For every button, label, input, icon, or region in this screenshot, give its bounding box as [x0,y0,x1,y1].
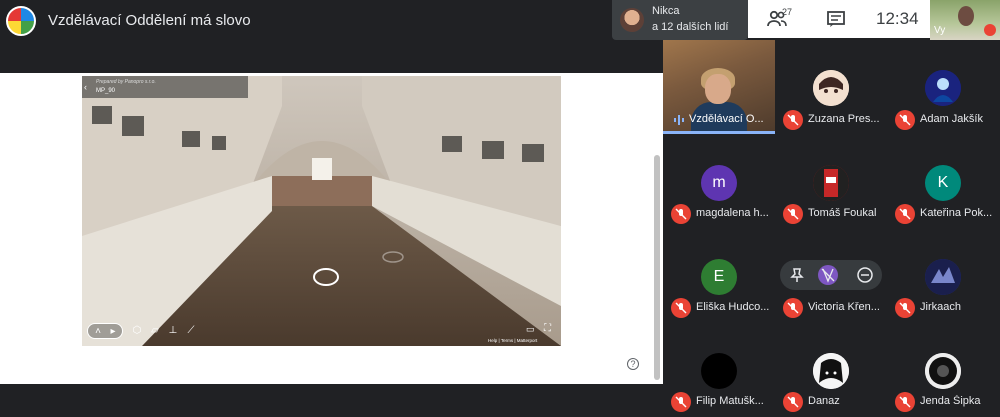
vr-icon[interactable]: ▭ [526,324,535,335]
participant-tile[interactable]: Jirkaach [887,228,999,322]
participant-name: Zuzana Pres... [808,113,880,125]
mic-off-icon [783,298,803,318]
participant-name: Jenda Šipka [920,395,981,407]
ruler-icon[interactable]: ⟋ [185,325,197,337]
clock: 12:34 [876,9,919,28]
participant-tile[interactable]: Zuzana Pres... [775,40,887,134]
top-bar: Vzdělávací Oddělení má slovo Nikca a 12 … [0,0,1000,44]
tour-title-panel: ‹ Prepared by Panopro s.r.o. MP_90 [82,76,248,98]
participant-avatar [925,70,961,106]
participant-avatar [813,70,849,106]
participants-chip[interactable]: Nikca a 12 dalších lidí [612,0,748,40]
bottom-strip [0,384,663,417]
participant-avatar: m [701,165,737,201]
pin-icon[interactable] [787,265,807,285]
participant-tile[interactable]: K Kateřina Pok... [887,134,999,228]
participant-name: Jirkaach [920,301,961,313]
mic-off-icon [783,110,803,130]
participant-avatar [925,353,961,389]
participants-chip-count: a 12 dalších lidí [652,21,729,33]
participant-name: Danaz [808,395,840,407]
participant-tile[interactable]: Tomáš Foukal [775,134,887,228]
meeting-title: Vzdělávací Oddělení má slovo [48,12,251,29]
mic-off-icon [783,392,803,412]
tour-panorama-image [82,76,561,346]
participant-name: Kateřina Pok... [920,207,993,219]
participant-avatar [925,259,961,295]
floorplan-icon[interactable]: ▱ [149,325,161,337]
participant-avatar [813,353,849,389]
participants-chip-name: Nikca [652,5,680,17]
mic-off-icon [895,298,915,318]
virtual-tour-viewer[interactable]: ‹ Prepared by Panopro s.r.o. MP_90 ˄ ▸ ⬡… [82,76,561,346]
participant-grid: Vzdělávací O... Zuzana Pres... Adam Jakš… [663,40,1000,417]
mic-off-icon [895,392,915,412]
participant-tile[interactable]: E Eliška Hudco... [663,228,775,322]
tour-toolbar: ˄ ▸ ⬡ ▱ ⊥ ⟋ [87,323,197,339]
participant-name: magdalena h... [696,207,769,219]
back-arrow-icon[interactable]: ‹ [84,82,87,92]
speaker-face [705,74,731,104]
participant-tile-active[interactable]: Vzdělávací O... [663,40,775,134]
tour-credit: Prepared by Panopro s.r.o. [96,79,156,85]
tile-hover-controls [780,260,882,290]
presentation-scrollbar[interactable] [654,155,660,380]
participant-name: Filip Matušk... [696,395,764,407]
self-video [958,6,974,26]
participant-tile[interactable]: Danaz [775,322,887,416]
self-label: Vy [934,25,946,36]
participant-avatar: K [925,165,961,201]
meeting-logo [6,6,36,36]
participant-tile[interactable]: Filip Matušk... [663,322,775,416]
measure-icon[interactable]: ⊥ [167,325,179,337]
people-count-badge: 27 [782,7,793,17]
participant-name: Adam Jakšík [920,113,983,125]
mic-off-icon [671,204,691,224]
participant-avatar [813,165,849,201]
participant-name: Vzdělávací O... [689,113,764,125]
participant-avatar-hover [818,265,838,285]
participant-avatar [620,8,644,32]
participant-avatar: E [701,259,737,295]
participant-name: Victoria Křen... [808,301,880,313]
participant-tile[interactable]: Adam Jakšík [887,40,999,134]
mic-off-icon [895,204,915,224]
speaking-icon [674,115,684,125]
self-view-tile[interactable]: Vy [930,0,1000,40]
mic-off-icon [895,110,915,130]
participant-tile[interactable]: Jenda Šipka [887,322,999,416]
help-icon[interactable]: ? [627,358,639,370]
chevron-up-icon[interactable]: ˄ [92,326,104,338]
active-speaker-video: Vzdělávací O... [663,40,775,134]
participant-avatar [701,353,737,389]
tour-name: MP_90 [96,88,116,94]
tour-footer-links[interactable]: Help | Terms | Matterport [488,338,537,343]
mic-off-icon [671,298,691,318]
remove-icon[interactable] [855,265,875,285]
dollhouse-icon[interactable]: ⬡ [131,325,143,337]
mic-off-icon [984,24,996,36]
chat-icon[interactable] [826,9,848,29]
mic-off-icon [671,392,691,412]
participant-name: Eliška Hudco... [696,301,770,313]
fullscreen-icon[interactable]: ⛶ [544,323,551,334]
mic-off-icon [783,204,803,224]
meeting-controls: 27 12:34 [748,0,930,38]
participant-name: Tomáš Foukal [808,207,877,219]
participant-tile[interactable]: m magdalena h... [663,134,775,228]
play-icon[interactable]: ▸ [107,326,119,338]
tour-playback-pill: ˄ ▸ [87,323,123,339]
